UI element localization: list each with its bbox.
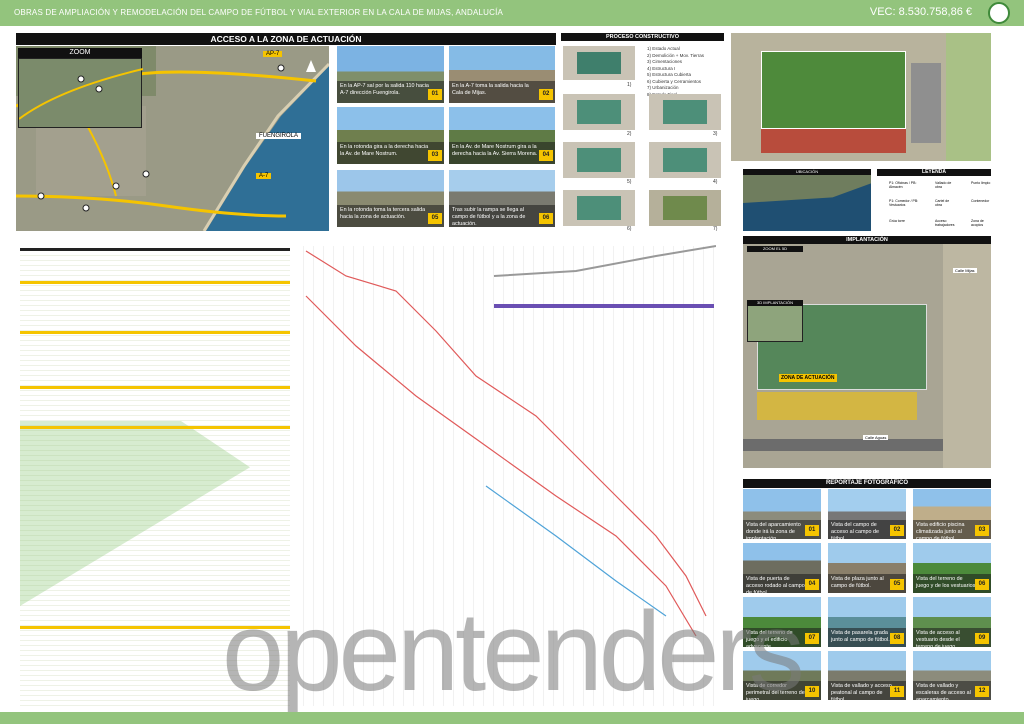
process-list: 1) Estado Actual 2) Demolición + Mov. Ti… xyxy=(647,46,704,98)
step-photo-03: En la rotonda gira a la derecha hacia la… xyxy=(337,107,444,164)
step-num-04: 04 xyxy=(539,150,553,161)
zona-actuacion-label: ZONA DE ACTUACIÓN xyxy=(779,374,837,382)
process-header: PROCESO CONSTRUCTIVO xyxy=(561,33,724,41)
process-thumb-2 xyxy=(563,94,635,130)
process-num: 6) xyxy=(627,226,632,232)
legend-panel: LEYENDA P1: Oficinas / PB: Almacén Valla… xyxy=(877,169,991,231)
report-num-03: 03 xyxy=(975,525,989,536)
legend-header: LEYENDA xyxy=(877,169,991,176)
street-label: Calle Mijas xyxy=(953,268,977,273)
project-title: OBRAS DE AMPLIACIÓN Y REMODELACIÓN DEL C… xyxy=(14,8,504,17)
report-num-02: 02 xyxy=(890,525,904,536)
report-num-06: 06 xyxy=(975,579,989,590)
process-num: 5) xyxy=(627,179,632,185)
legend-item: Contenedor xyxy=(971,199,990,203)
process-num: 1) xyxy=(627,82,632,88)
process-num: 3) xyxy=(713,131,718,137)
legend-item: Acceso trabajadores xyxy=(935,219,955,227)
step-num-05: 05 xyxy=(428,213,442,224)
impl3d-label: 3D IMPLANTACIÓN xyxy=(747,300,803,306)
reportaje-header: REPORTAJE FOTOGRÁFICO xyxy=(743,479,991,488)
report-num-01: 01 xyxy=(805,525,819,536)
impl3d-inset xyxy=(747,300,803,342)
report-num-08: 08 xyxy=(890,633,904,644)
report-photo-02: Vista del campo de acceso al campo de fú… xyxy=(828,489,906,539)
step-num-03: 03 xyxy=(428,150,442,161)
legend-item: Zona de acopios xyxy=(971,219,984,227)
top-bar: OBRAS DE AMPLIACIÓN Y REMODELACIÓN DEL C… xyxy=(0,0,1024,26)
report-photo-06: Vista del terreno de juego y de los vest… xyxy=(913,543,991,593)
town-label: FUENGIROLA xyxy=(256,133,302,139)
legend-item: Vallado de obra xyxy=(935,181,952,189)
process-num: 4) xyxy=(713,179,718,185)
watermark-text: opentenders xyxy=(222,589,805,714)
report-num-12: 12 xyxy=(975,686,989,697)
access-header: ACCESO A LA ZONA DE ACTUACIÓN xyxy=(16,33,556,45)
process-thumb-7 xyxy=(649,190,721,226)
report-num-09: 09 xyxy=(975,633,989,644)
aerial-field-image xyxy=(731,33,991,161)
process-thumb-6 xyxy=(563,190,635,226)
process-thumb-3 xyxy=(649,94,721,130)
location-header: UBICACIÓN xyxy=(743,169,871,175)
legend-item: P1: Comedor / PB: Vestuarios xyxy=(889,199,919,207)
budget-value: VEC: 8.530.758,86 € xyxy=(869,6,972,18)
step-num-06: 06 xyxy=(539,213,553,224)
process-thumb-5 xyxy=(649,142,721,178)
report-photo-11: Vista de vallado y acceso peatonal al ca… xyxy=(828,651,906,700)
report-photo-04: Vista de puerta de acceso rodado al camp… xyxy=(743,543,821,593)
road-label-a7: A-7 xyxy=(256,173,272,179)
legend-item: Grúa torre xyxy=(889,219,905,223)
street-label: Calle Aguas xyxy=(863,435,889,440)
north-arrow-icon xyxy=(306,60,316,72)
implantacion-map: ZOOM EL 5D 3D IMPLANTACIÓN ZONA DE ACTUA… xyxy=(743,244,991,468)
zoom-inset xyxy=(18,58,144,128)
process-num: 7) xyxy=(713,226,718,232)
step-photo-06: Tras subir la rampa se llega al campo de… xyxy=(449,170,555,227)
process-thumb-1 xyxy=(563,46,635,80)
step-photo-02: En la A-7 toma la salida hacia la Cala d… xyxy=(449,46,555,103)
step-num-02: 02 xyxy=(539,89,553,100)
report-num-07: 07 xyxy=(805,633,819,644)
report-photo-08: Vista de pasarela grada junto al campo d… xyxy=(828,597,906,647)
zoom-label: ZOOM xyxy=(18,48,142,58)
process-thumb-4 xyxy=(563,142,635,178)
report-num-04: 04 xyxy=(805,579,819,590)
report-num-11: 11 xyxy=(890,686,904,697)
process-num: 2) xyxy=(627,131,632,137)
step-num-01: 01 xyxy=(428,89,442,100)
process-panel: 1) Estado Actual 2) Demolición + Mov. Ti… xyxy=(561,42,724,232)
location-map: UBICACIÓN xyxy=(743,169,871,231)
step-photo-04: En la Av. de Mare Nostrum gira a la dere… xyxy=(449,107,555,164)
bottom-border xyxy=(0,712,1024,724)
legend-item: P1: Oficinas / PB: Almacén xyxy=(889,181,917,189)
poster-page: OBRAS DE AMPLIACIÓN Y REMODELACIÓN DEL C… xyxy=(0,0,1024,724)
report-num-10: 10 xyxy=(805,686,819,697)
report-photo-05: Vista de plaza junto al campo de fútbol.… xyxy=(828,543,906,593)
implantacion-header: IMPLANTACIÓN xyxy=(743,236,991,244)
legend-item: Punto limpio xyxy=(971,181,991,185)
report-photo-01: Vista del aparcamiento donde irá la zona… xyxy=(743,489,821,539)
step-photo-05: En la rotonda toma la tercera salida hac… xyxy=(337,170,444,227)
municipal-logo xyxy=(988,2,1010,24)
legend-item: Cartel de obra xyxy=(935,199,950,207)
report-photo-12: Vista de vallado y escaleras de acceso a… xyxy=(913,651,991,700)
report-num-05: 05 xyxy=(890,579,904,590)
report-photo-09: Vista de acceso al vestuario desde el te… xyxy=(913,597,991,647)
report-photo-03: Vista edificio piscina climatizada junto… xyxy=(913,489,991,539)
step-photo-01: En la AP-7 sal por la salida 110 hacia A… xyxy=(337,46,444,103)
access-map: ZOOM AP-7 A-7 FUENGIROLA xyxy=(16,46,329,231)
zoom-5d-label: ZOOM EL 5D xyxy=(747,246,803,252)
road-label-ap7: AP-7 xyxy=(263,51,283,57)
